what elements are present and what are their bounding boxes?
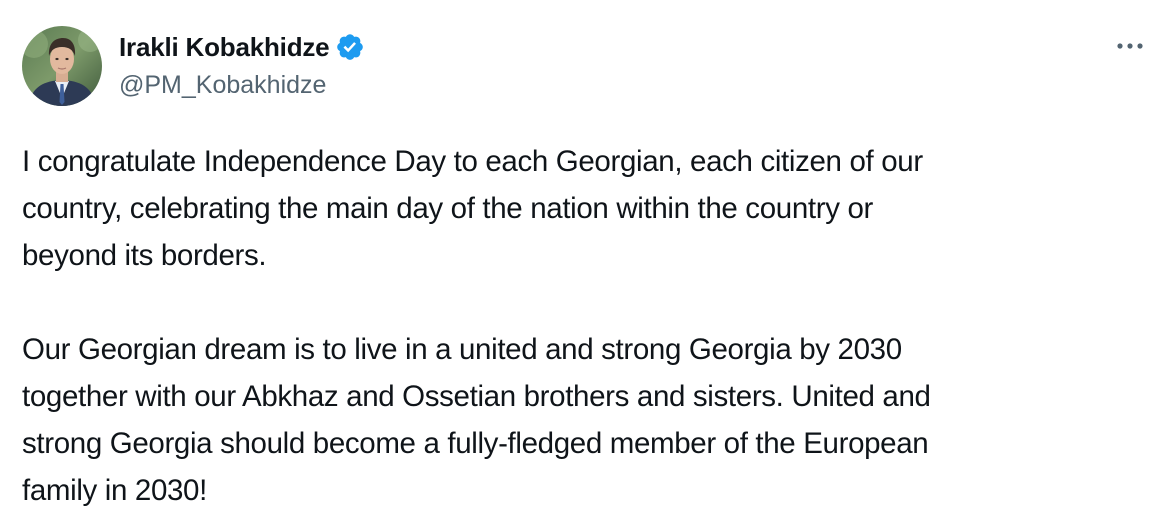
tweet-line: family in 2030! — [22, 474, 207, 507]
tweet-line: beyond its borders. — [22, 239, 267, 272]
tweet-line: I congratulate Independence Day to each … — [22, 145, 923, 178]
tweet-card: Irakli Kobakhidze @PM_Kobakhidze I congr… — [0, 0, 1164, 526]
tweet-text: I congratulate Independence Day to each … — [22, 138, 1152, 514]
author-handle[interactable]: @PM_Kobakhidze — [119, 71, 326, 100]
author-name-row: Irakli Kobakhidze — [119, 29, 365, 65]
profile-photo — [22, 26, 102, 106]
more-options-icon[interactable] — [1112, 36, 1148, 56]
avatar[interactable] — [22, 26, 102, 106]
display-name[interactable]: Irakli Kobakhidze — [119, 32, 330, 63]
tweet-line: together with our Abkhaz and Ossetian br… — [22, 380, 931, 413]
tweet-paragraph-1: I congratulate Independence Day to each … — [22, 138, 1152, 279]
verified-badge-icon[interactable] — [335, 32, 365, 62]
tweet-line: Our Georgian dream is to live in a unite… — [22, 333, 902, 366]
tweet-paragraph-2: Our Georgian dream is to live in a unite… — [22, 326, 1152, 514]
tweet-line: country, celebrating the main day of the… — [22, 192, 873, 225]
tweet-line: strong Georgia should become a fully-fle… — [22, 427, 929, 460]
